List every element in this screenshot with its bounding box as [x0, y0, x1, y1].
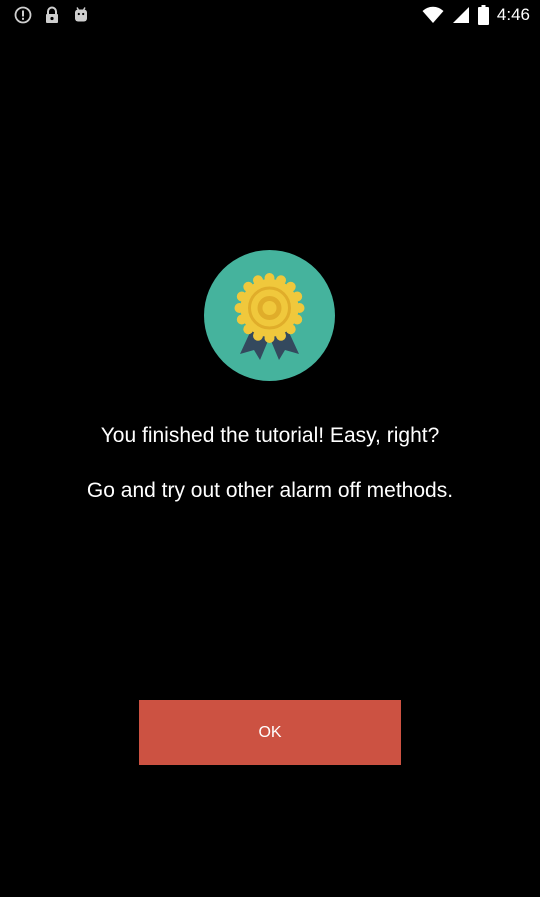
status-bar-time: 4:46	[496, 5, 530, 24]
signal-icon	[452, 6, 470, 24]
try-other-methods-message: Go and try out other alarm off methods.	[86, 479, 454, 502]
tutorial-finished-message: You finished the tutorial! Easy, right?	[100, 424, 440, 447]
battery-icon	[477, 5, 489, 25]
status-bar-left	[14, 6, 90, 24]
wifi-icon	[422, 6, 444, 24]
lock-icon	[44, 6, 60, 24]
status-bar-right: 4:46	[422, 5, 530, 25]
alert-circle-icon	[14, 6, 32, 24]
android-icon	[72, 6, 90, 24]
status-bar: 4:46	[0, 0, 540, 32]
award-medal-icon	[204, 250, 335, 381]
ok-button[interactable]: OK	[139, 700, 401, 765]
